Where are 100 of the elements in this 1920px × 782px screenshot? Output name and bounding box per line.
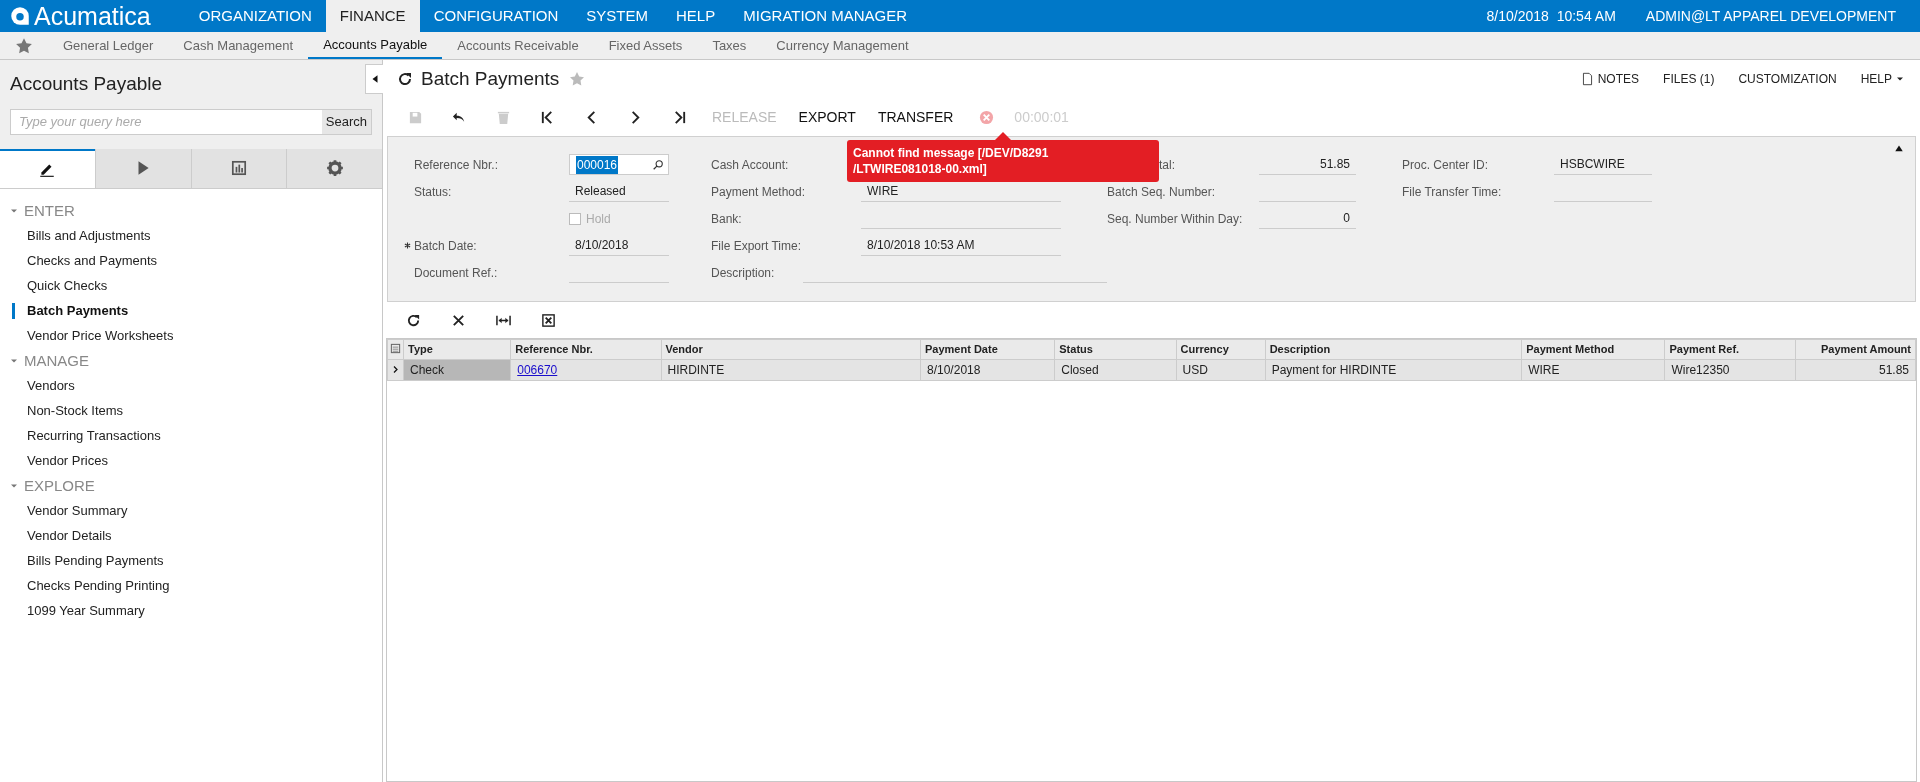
- field-label: Description:: [711, 264, 775, 282]
- column-header[interactable]: Vendor: [661, 339, 921, 360]
- column-header[interactable]: Status: [1054, 339, 1176, 360]
- table-cell: 51.85: [1795, 359, 1916, 381]
- document-link[interactable]: 006670: [517, 363, 558, 377]
- page-title: Batch Payments: [421, 66, 560, 91]
- subnav-tab[interactable]: Cash Management: [168, 32, 309, 59]
- field-label: File Export Time:: [711, 237, 802, 255]
- section-heading: EXPLORE: [24, 475, 95, 496]
- checkbox-label: Hold: [586, 210, 611, 228]
- logo-icon: [10, 6, 30, 26]
- column-header[interactable]: Description: [1265, 339, 1522, 360]
- field-label: Batch Seq. Number:: [1107, 183, 1216, 201]
- menu-item[interactable]: Checks Pending Printing: [27, 576, 170, 596]
- menu-item[interactable]: Quick Checks: [27, 276, 108, 296]
- subnav-tab[interactable]: Taxes: [697, 32, 762, 59]
- caret-icon: [1896, 75, 1904, 83]
- menu-item[interactable]: Bills Pending Payments: [27, 551, 164, 571]
- module-tab[interactable]: CONFIGURATION: [419, 0, 573, 32]
- toolbar-button[interactable]: TRANSFER: [866, 106, 965, 128]
- field-label: Seq. Number Within Day:: [1107, 210, 1243, 228]
- input-field[interactable]: 0: [1259, 208, 1356, 229]
- menu-item[interactable]: Batch Payments: [27, 301, 129, 321]
- field-label: Status:: [414, 183, 452, 201]
- module-tab[interactable]: FINANCE: [325, 0, 420, 32]
- module-tab[interactable]: ORGANIZATION: [184, 0, 326, 32]
- input-field[interactable]: 51.85: [1259, 154, 1356, 175]
- field-label: Batch Date:: [414, 237, 477, 255]
- input-field[interactable]: 8/10/2018 10:53 AM: [861, 235, 1061, 256]
- module-tab[interactable]: SYSTEM: [572, 0, 663, 32]
- menu-item[interactable]: Vendor Details: [27, 526, 112, 546]
- section-heading: MANAGE: [24, 350, 89, 371]
- sidebar-tab[interactable]: [286, 148, 382, 188]
- menu-item[interactable]: Vendor Price Worksheets: [27, 326, 174, 346]
- toolbar-button[interactable]: EXPORT: [787, 106, 867, 128]
- caret-icon[interactable]: [10, 482, 18, 490]
- column-header[interactable]: Payment Ref.: [1664, 339, 1796, 360]
- collapse-icon[interactable]: [1893, 143, 1905, 153]
- menu-item[interactable]: Checks and Payments: [27, 251, 158, 271]
- menu-item[interactable]: Bills and Adjustments: [27, 226, 151, 246]
- column-header[interactable]: Type: [403, 339, 511, 360]
- field-label: tal:: [1159, 156, 1175, 174]
- field-label: Reference Nbr.:: [414, 156, 499, 174]
- menu-item[interactable]: Non-Stock Items: [27, 401, 124, 421]
- search-button[interactable]: Search: [321, 109, 371, 134]
- bar-chart-icon: [229, 159, 248, 177]
- subnav-tab[interactable]: Currency Management: [761, 32, 924, 59]
- column-header[interactable]: Payment Method: [1521, 339, 1665, 360]
- collapse-icon[interactable]: [365, 64, 383, 94]
- input-field[interactable]: HSBCWIRE: [1554, 154, 1652, 175]
- field-label: File Transfer Time:: [1402, 183, 1502, 201]
- table-cell: HIRDINTE: [661, 359, 921, 381]
- menu-item[interactable]: 1099 Year Summary: [27, 601, 145, 621]
- field-label: Payment Method:: [711, 183, 806, 201]
- header-link[interactable]: NOTES: [1568, 70, 1652, 88]
- column-header[interactable]: Payment Amount: [1795, 339, 1916, 360]
- menu-item[interactable]: Vendors: [27, 376, 75, 396]
- subnav-tab[interactable]: General Ledger: [48, 32, 169, 59]
- table-cell: 8/10/2018: [920, 359, 1055, 381]
- module-tab[interactable]: MIGRATION MANAGER: [729, 0, 922, 32]
- sidebar-title: Accounts Payable: [10, 72, 164, 96]
- column-header[interactable]: Currency: [1176, 339, 1266, 360]
- field-label: Document Ref.:: [414, 264, 498, 282]
- menu-item[interactable]: Vendor Prices: [27, 451, 108, 471]
- search-field[interactable]: Type your query here Search: [10, 108, 372, 135]
- field-label: Proc. Center ID:: [1402, 156, 1489, 174]
- checkbox[interactable]: [569, 212, 581, 225]
- header-link[interactable]: FILES (1): [1651, 70, 1727, 88]
- column-header[interactable]: Reference Nbr.: [510, 339, 661, 360]
- field-label: Bank:: [711, 210, 742, 228]
- input-field[interactable]: Released: [569, 181, 669, 202]
- table-cell: Payment for HIRDINTE: [1265, 359, 1522, 381]
- tooltip-pointer: [995, 132, 1011, 140]
- header-link[interactable]: CUSTOMIZATION: [1726, 70, 1849, 88]
- caret-icon[interactable]: [10, 207, 18, 215]
- caret-icon[interactable]: [10, 357, 18, 365]
- subnav-tab[interactable]: Fixed Assets: [593, 32, 698, 59]
- table-cell: Wire12350: [1664, 359, 1796, 381]
- section-heading: ENTER: [24, 200, 75, 221]
- error-tooltip: Cannot find message [/DEV/D8291 /LTWIRE081018-00.xml]: [847, 140, 1159, 182]
- app-logo-text: Acumatica: [34, 3, 151, 29]
- table-cell: USD: [1176, 359, 1266, 381]
- menu-item[interactable]: Recurring Transactions: [27, 426, 161, 446]
- input-field[interactable]: 8/10/2018: [569, 235, 669, 256]
- menu-item[interactable]: Vendor Summary: [27, 501, 128, 521]
- date-time: 8/10/2018 10:54 AM: [1486, 6, 1617, 26]
- table-cell: Closed: [1054, 359, 1176, 381]
- refresh-icon[interactable]: [397, 71, 413, 87]
- column-header[interactable]: Payment Date: [920, 339, 1055, 360]
- document-icon: [1580, 72, 1594, 86]
- input-field[interactable]: 000016: [569, 154, 669, 175]
- module-tab[interactable]: HELP: [662, 0, 730, 32]
- header-link[interactable]: HELP: [1848, 70, 1916, 88]
- subnav-tab[interactable]: Accounts Receivable: [442, 32, 594, 59]
- table-cell: WIRE: [1521, 359, 1665, 381]
- sidebar-tab[interactable]: [190, 148, 287, 188]
- field-label: Cash Account:: [711, 156, 789, 174]
- star-icon[interactable]: [569, 71, 586, 87]
- settings-icon: [325, 159, 344, 177]
- user-menu[interactable]: ADMIN@LT APPAREL DEVELOPMENT: [1645, 0, 1920, 32]
